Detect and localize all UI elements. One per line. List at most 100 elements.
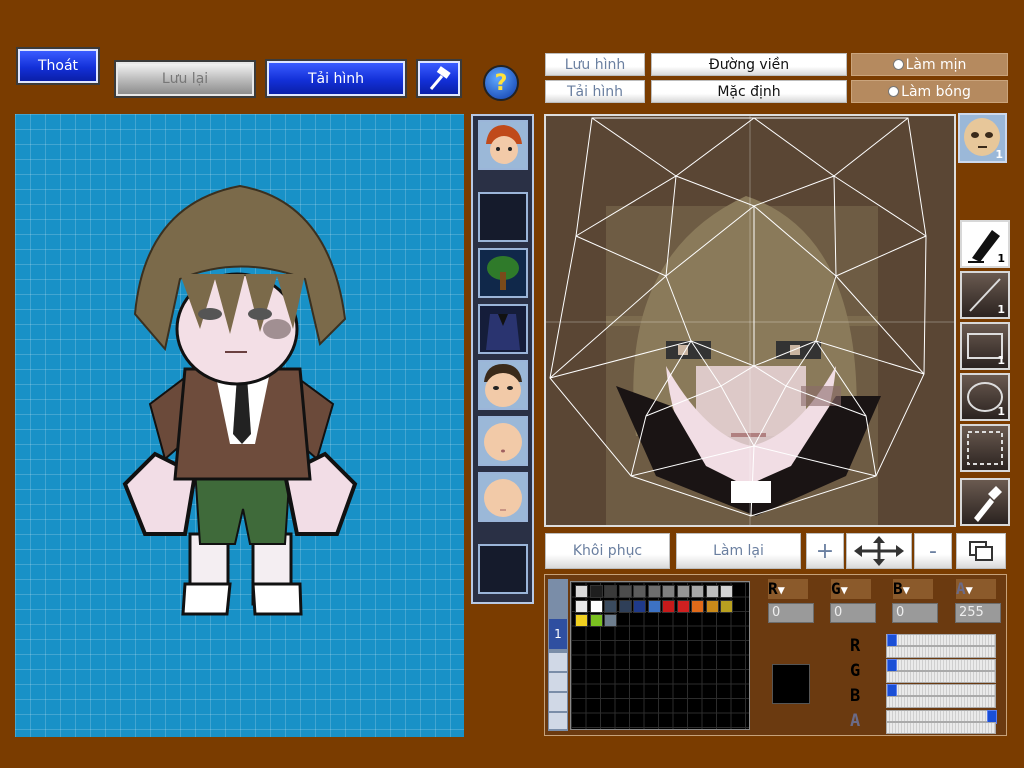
ellipse-count: 1: [997, 405, 1005, 418]
red-slider-label: R: [850, 636, 861, 656]
palette-tab-3[interactable]: [549, 673, 567, 691]
redo-button[interactable]: Làm lại: [676, 533, 801, 569]
save-button[interactable]: Lưu lại: [114, 60, 256, 98]
pen-tool[interactable]: 1: [960, 220, 1010, 268]
palette-swatch[interactable]: [604, 599, 617, 613]
palette-swatch[interactable]: [705, 585, 719, 598]
red-slider[interactable]: [886, 634, 996, 648]
load-image-button[interactable]: Tải hình: [265, 59, 407, 98]
zoom-in-button[interactable]: +: [806, 533, 844, 569]
green-value-field[interactable]: 0: [830, 603, 876, 623]
face-preview-count: 1: [995, 148, 1003, 161]
alpha-value-field[interactable]: 255: [955, 603, 1001, 623]
palette-swatch[interactable]: [633, 599, 646, 613]
palette-swatch[interactable]: [691, 599, 704, 613]
ellipse-tool[interactable]: 1: [960, 373, 1010, 421]
character-preview[interactable]: [15, 114, 464, 737]
palette-swatch[interactable]: [575, 614, 588, 627]
move-button[interactable]: [846, 533, 912, 569]
green-channel-menu[interactable]: G▼: [831, 579, 871, 599]
red-dropdown-icon: ▼: [777, 583, 785, 597]
palette-swatch[interactable]: [604, 614, 617, 627]
red-value-field[interactable]: 0: [768, 603, 814, 623]
palette-swatch[interactable]: [676, 599, 690, 613]
save-image-button[interactable]: Lưu hình: [545, 53, 645, 76]
eyedropper-icon: [974, 486, 1002, 522]
zoom-out-button[interactable]: -: [914, 533, 952, 569]
slot-outfit[interactable]: [478, 304, 528, 354]
green-label: G: [831, 579, 841, 598]
slot-empty-2[interactable]: [478, 544, 528, 594]
palette-swatch[interactable]: [662, 599, 675, 613]
palette-swatch[interactable]: [676, 585, 690, 598]
palette-swatch[interactable]: [633, 585, 646, 598]
slot-empty-1[interactable]: [478, 192, 528, 242]
slot-tree[interactable]: [478, 248, 528, 298]
slot-face-base[interactable]: [478, 472, 528, 522]
blue-channel-menu[interactable]: B▼: [893, 579, 933, 599]
palette-swatch[interactable]: [575, 585, 588, 598]
restore-button[interactable]: Khôi phục: [545, 533, 670, 569]
question-icon: ?: [494, 70, 508, 96]
blue-slider-track: [886, 696, 996, 708]
palette-swatch[interactable]: [589, 599, 603, 613]
help-button[interactable]: ?: [483, 65, 519, 101]
palette-tab-2[interactable]: [549, 653, 567, 671]
smooth-label: Làm mịn: [905, 56, 967, 73]
slot-hair-face[interactable]: [478, 120, 528, 170]
outline-button[interactable]: Đường viền: [651, 53, 847, 76]
palette-swatch[interactable]: [618, 585, 632, 598]
eyedropper-tool[interactable]: [960, 478, 1010, 526]
layers-icon: [969, 541, 993, 561]
palette-swatch[interactable]: [691, 585, 704, 598]
layer-button[interactable]: [956, 533, 1006, 569]
palette-swatch[interactable]: [618, 599, 632, 613]
palette-swatch[interactable]: [720, 599, 733, 613]
shade-label: Làm bóng: [901, 83, 971, 100]
blue-slider-label: B: [850, 686, 861, 706]
palette-swatch[interactable]: [705, 599, 719, 613]
move-arrows-icon: [854, 536, 904, 566]
smooth-radio[interactable]: [892, 59, 904, 70]
line-tool[interactable]: 1: [960, 271, 1010, 319]
palette-grid[interactable]: [570, 581, 750, 730]
palette-swatch[interactable]: [575, 599, 588, 613]
palette-tab-1[interactable]: 1: [549, 619, 567, 649]
red-channel-menu[interactable]: R▼: [768, 579, 808, 599]
palette-tab-5[interactable]: [549, 713, 567, 729]
palette-swatch[interactable]: [662, 585, 675, 598]
green-slider[interactable]: [886, 659, 996, 673]
current-color-swatch: [772, 664, 810, 704]
palette-swatch[interactable]: [647, 585, 661, 598]
rect-tool[interactable]: 1: [960, 322, 1010, 370]
palette-tab-4[interactable]: [549, 693, 567, 711]
editor-load-image-button[interactable]: Tải hình: [545, 80, 645, 103]
alpha-slider[interactable]: [886, 710, 997, 724]
palette-swatch[interactable]: [589, 585, 603, 598]
palette-swatch[interactable]: [604, 585, 617, 598]
select-tool[interactable]: [960, 424, 1010, 472]
alpha-dropdown-icon: ▼: [965, 583, 973, 597]
alpha-channel-menu[interactable]: A▼: [956, 579, 996, 599]
palette-swatch[interactable]: [720, 585, 733, 598]
blue-label: B: [893, 579, 903, 598]
blue-slider[interactable]: [886, 684, 996, 698]
exit-button[interactable]: Thoát: [16, 47, 100, 85]
slot-face-eyes[interactable]: [478, 360, 528, 410]
smooth-option[interactable]: Làm mịn: [851, 53, 1008, 76]
palette-swatch[interactable]: [647, 599, 661, 613]
face-wireframe: [546, 116, 954, 525]
rect-count: 1: [997, 354, 1005, 367]
pixel-canvas[interactable]: [544, 114, 956, 527]
blue-value-field[interactable]: 0: [892, 603, 938, 623]
face-preview-tile[interactable]: 1: [958, 113, 1007, 163]
slot-face-mouth[interactable]: [478, 416, 528, 466]
item-slot-column: [471, 114, 534, 604]
palette-swatch[interactable]: [589, 614, 603, 627]
hammer-button[interactable]: [416, 59, 462, 98]
shade-radio[interactable]: [888, 86, 900, 97]
shade-option[interactable]: Làm bóng: [851, 80, 1008, 103]
green-dropdown-icon: ▼: [840, 583, 848, 597]
line-count: 1: [997, 303, 1005, 316]
default-button[interactable]: Mặc định: [651, 80, 847, 103]
